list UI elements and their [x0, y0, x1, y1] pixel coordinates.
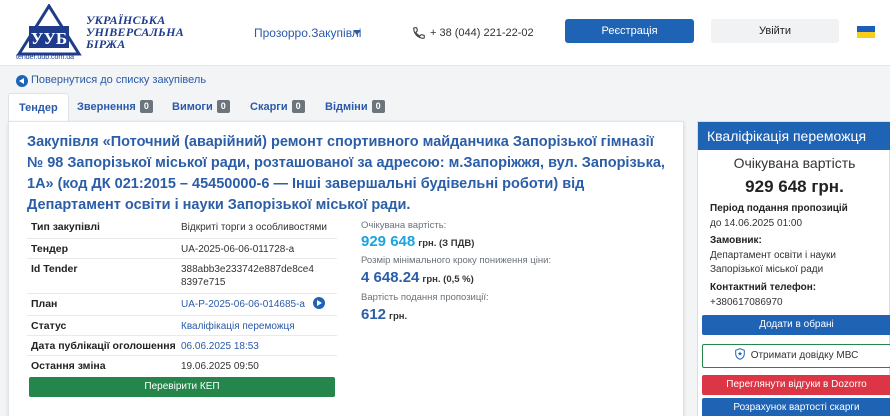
expected-value: 929 648 грн. (З ПДВ) [361, 233, 475, 250]
min-step-label: Розмір мінімального кроку пониження ціни… [361, 255, 552, 266]
tab-cancellations[interactable]: Відміни 0 [325, 93, 385, 121]
prozorro-nav-link[interactable]: Прозорро.Закупівлі [254, 26, 361, 40]
period-value: до 14.06.2025 01:00 [710, 218, 803, 229]
tender-card: Закупівля «Поточний (аварійний) ремонт с… [8, 121, 684, 416]
svg-text:УУБ: УУБ [31, 29, 67, 48]
status-sidebar: Кваліфікація переможця Очікувана вартіст… [697, 121, 890, 416]
period-label: Період подання пропозицій [710, 203, 848, 214]
get-mvs-certificate-button[interactable]: Отримати довідку МВС [702, 344, 890, 368]
tab-tender[interactable]: Тендер [8, 93, 69, 121]
arrow-left-circle-icon [16, 75, 28, 87]
count-badge: 0 [139, 100, 153, 113]
table-row: План UA-P-2025-06-06-014685-a [27, 294, 337, 316]
ukraine-flag-icon[interactable] [857, 26, 875, 38]
expected-value-label: Очікувана вартість: [361, 220, 447, 231]
sidebar-expected-label: Очікувана вартість [733, 155, 856, 171]
login-button[interactable]: Увійти [711, 19, 839, 43]
table-row: Остання зміна 19.06.2025 09:50 [31, 360, 259, 372]
back-link-label: Повернутися до списку закупівель [31, 74, 207, 86]
tab-claims[interactable]: Вимоги 0 [172, 93, 230, 121]
site-header: УУБ УКРАЇНСЬКА УНІВЕРСАЛЬНА БІРЖА tender… [0, 0, 890, 66]
logo-text: УКРАЇНСЬКА УНІВЕРСАЛЬНА БІРЖА [86, 13, 185, 51]
status-link[interactable]: Кваліфікація переможця [181, 320, 341, 333]
table-row: Статус Кваліфікація переможця [27, 316, 337, 336]
table-row: Тип закупівлі Відкриті торги з особливос… [27, 217, 337, 239]
submission-cost-value: 612 грн. [361, 306, 408, 323]
phone-number[interactable]: + 38 (044) 221-22-02 [430, 27, 534, 39]
logo-url: tender.uub.com.ua [16, 54, 74, 61]
table-row: Id Tender 388abb3e233742e887de8ce48397e7… [27, 259, 337, 294]
arrow-right-circle-icon[interactable] [313, 297, 325, 309]
customer-value: Департамент освіти і науки Запорізької м… [710, 250, 836, 275]
add-to-favorites-button[interactable]: Додати в обрані [702, 315, 890, 335]
shield-icon [734, 348, 745, 360]
phone-icon [413, 27, 425, 39]
count-badge: 0 [216, 100, 230, 113]
tab-appeals[interactable]: Звернення 0 [77, 93, 153, 121]
contact-label: Контактний телефон: [710, 282, 817, 293]
check-kep-button[interactable]: Перевірити КЕП [29, 377, 335, 397]
table-row: Тендер UA-2025-06-06-011728-a [27, 239, 337, 259]
count-badge: 0 [291, 100, 305, 113]
tab-complaints[interactable]: Скарги 0 [250, 93, 305, 121]
tender-title: Закупівля «Поточний (аварійний) ремонт с… [27, 134, 665, 213]
count-badge: 0 [371, 100, 385, 113]
table-row: Дата публікації оголошення 06.06.2025 18… [27, 336, 337, 356]
submission-cost-label: Вартість подання пропозиції: [361, 292, 489, 303]
dozorro-reviews-button[interactable]: Переглянути відгуки в Dozorro [702, 375, 890, 395]
sidebar-heading: Кваліфікація переможця [698, 122, 890, 150]
tender-tabs: Тендер Звернення 0 Вимоги 0 Скарги 0 Відмін… [8, 93, 684, 121]
customer-label: Замовник: [710, 235, 762, 246]
complaint-cost-button[interactable]: Розрахунок вартості скарги [702, 398, 890, 416]
chevron-down-icon[interactable] [353, 30, 361, 35]
min-step-value: 4 648.24 грн. (0,5 %) [361, 269, 474, 286]
contact-value: +380617086970 [710, 297, 783, 308]
sidebar-expected-value: 929 648 грн. [745, 177, 844, 196]
register-button[interactable]: Реєстрація [565, 19, 694, 43]
